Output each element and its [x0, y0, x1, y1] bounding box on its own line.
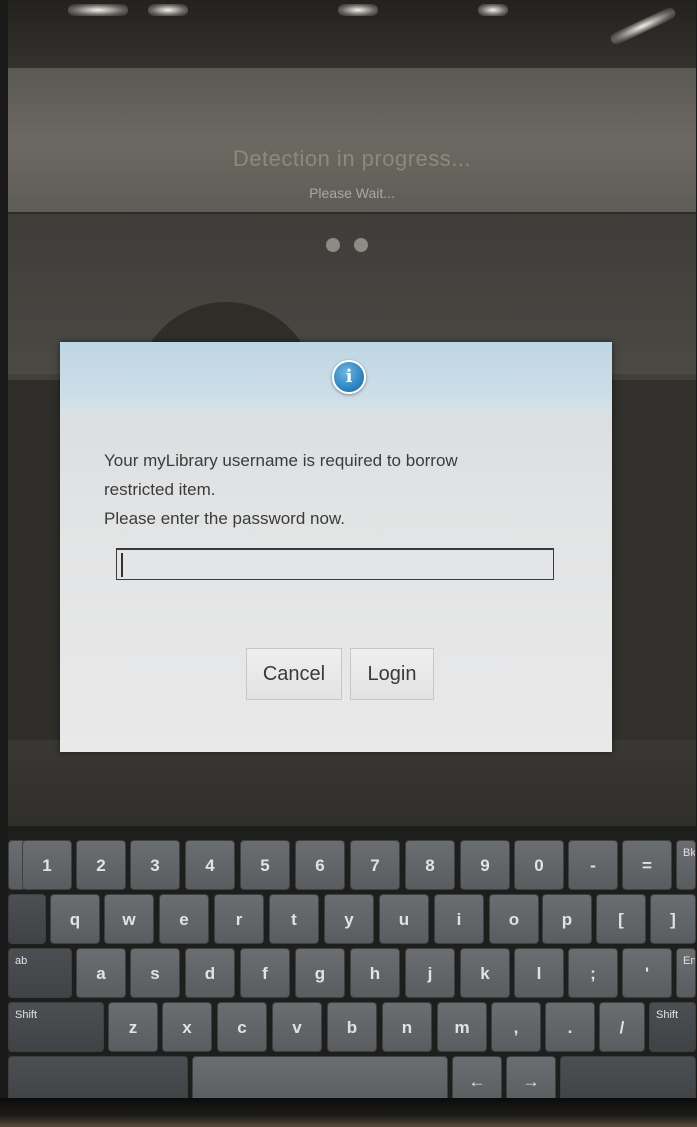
key-quote[interactable]: ' [622, 948, 672, 998]
key-0[interactable]: 0 [514, 840, 564, 890]
key-tab[interactable] [8, 894, 46, 944]
key-4[interactable]: 4 [185, 840, 235, 890]
ceiling-reflection [8, 0, 696, 70]
on-screen-keyboard: 1 2 3 4 5 6 7 8 9 0 - = Bk q w e r t y u… [8, 826, 696, 1106]
key-d[interactable]: d [185, 948, 235, 998]
key-shift-left[interactable]: Shift [8, 1002, 104, 1052]
key-s[interactable]: s [130, 948, 180, 998]
key-i[interactable]: i [434, 894, 484, 944]
message-line: Please enter the password now. [104, 509, 345, 528]
ceiling-light [68, 4, 128, 16]
info-icon: i [332, 360, 366, 394]
key-n[interactable]: n [382, 1002, 432, 1052]
key-z[interactable]: z [108, 1002, 158, 1052]
key-bracket-left[interactable]: [ [596, 894, 646, 944]
login-dialog: i Your myLibrary username is required to… [60, 342, 612, 752]
key-x[interactable]: x [162, 1002, 212, 1052]
status-subtitle: Please Wait... [309, 185, 395, 201]
key-a[interactable]: a [76, 948, 126, 998]
key-k[interactable]: k [460, 948, 510, 998]
key-semicolon[interactable]: ; [568, 948, 618, 998]
key-3[interactable]: 3 [130, 840, 180, 890]
key-p[interactable]: p [542, 894, 592, 944]
key-o[interactable]: o [489, 894, 539, 944]
key-2[interactable]: 2 [76, 840, 126, 890]
key-c[interactable]: c [217, 1002, 267, 1052]
key-l[interactable]: l [514, 948, 564, 998]
cancel-button[interactable]: Cancel [246, 648, 342, 700]
login-button[interactable]: Login [350, 648, 434, 700]
key-y[interactable]: y [324, 894, 374, 944]
key-caps[interactable]: ab [8, 948, 72, 998]
key-u[interactable]: u [379, 894, 429, 944]
progress-dot [354, 238, 368, 252]
key-slash[interactable]: / [599, 1002, 645, 1052]
key-q[interactable]: q [50, 894, 100, 944]
progress-dots [326, 238, 368, 252]
key-j[interactable]: j [405, 948, 455, 998]
device-bezel [0, 1098, 697, 1127]
key-equals[interactable]: = [622, 840, 672, 890]
key-7[interactable]: 7 [350, 840, 400, 890]
background-band [8, 740, 696, 835]
key-1[interactable]: 1 [22, 840, 72, 890]
key-m[interactable]: m [437, 1002, 487, 1052]
key-w[interactable]: w [104, 894, 154, 944]
key-r[interactable]: r [214, 894, 264, 944]
key-g[interactable]: g [295, 948, 345, 998]
key-9[interactable]: 9 [460, 840, 510, 890]
dialog-message: Your myLibrary username is required to b… [104, 446, 574, 533]
text-caret [121, 553, 123, 577]
key-5[interactable]: 5 [240, 840, 290, 890]
key-comma[interactable]: , [491, 1002, 541, 1052]
password-input[interactable] [116, 548, 554, 580]
key-minus[interactable]: - [568, 840, 618, 890]
key-v[interactable]: v [272, 1002, 322, 1052]
key-6[interactable]: 6 [295, 840, 345, 890]
message-line: restricted item. [104, 480, 216, 499]
ceiling-light [608, 5, 678, 47]
message-line: Your myLibrary username is required to b… [104, 451, 458, 470]
key-e[interactable]: e [159, 894, 209, 944]
ceiling-light [148, 4, 188, 16]
key-t[interactable]: t [269, 894, 319, 944]
key-h[interactable]: h [350, 948, 400, 998]
key-period[interactable]: . [545, 1002, 595, 1052]
ceiling-light [338, 4, 378, 16]
background-panel [612, 380, 696, 800]
key-f[interactable]: f [240, 948, 290, 998]
key-b[interactable]: b [327, 1002, 377, 1052]
key-enter[interactable]: Enter [676, 948, 696, 998]
background-panel [8, 380, 60, 800]
key-bracket-right[interactable]: ] [650, 894, 696, 944]
progress-dot [326, 238, 340, 252]
key-shift-right[interactable]: Shift [649, 1002, 696, 1052]
status-title: Detection in progress... [232, 146, 472, 171]
key-backspace[interactable]: Bk [676, 840, 696, 890]
key-8[interactable]: 8 [405, 840, 455, 890]
ceiling-light [478, 4, 508, 16]
